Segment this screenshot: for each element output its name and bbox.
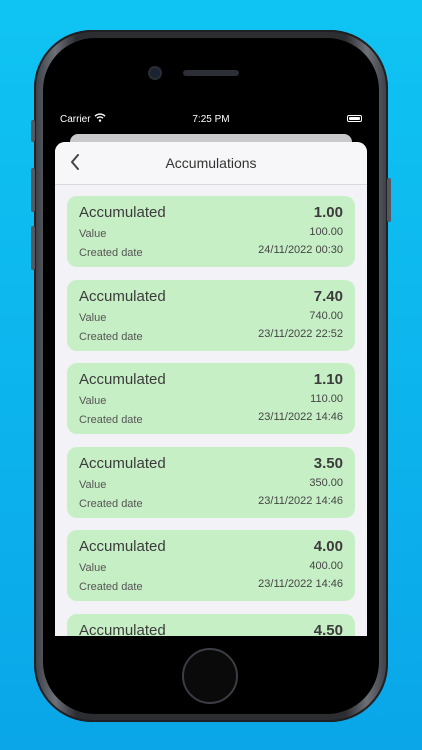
volume-down-button xyxy=(31,226,35,270)
created-date-label: Created date xyxy=(79,497,143,510)
item-title: Accumulated xyxy=(79,204,166,221)
item-value: 740.00 xyxy=(309,309,343,322)
battery-icon xyxy=(347,115,362,122)
item-amount: 3.50 xyxy=(313,454,343,472)
item-amount: 7.40 xyxy=(313,287,343,305)
item-value: 400.00 xyxy=(309,560,343,572)
list-item[interactable]: Accumulated 1.10 Value 110.00 Created da… xyxy=(67,363,355,434)
item-value: 350.00 xyxy=(309,476,343,489)
accumulations-sheet: Accumulations Accumulated 1.00 Value 100… xyxy=(55,142,367,636)
value-label: Value xyxy=(79,478,107,491)
item-value: 110.00 xyxy=(310,393,343,405)
item-title: Accumulated xyxy=(79,287,166,305)
item-created-date: 24/11/2022 00:30 xyxy=(258,244,343,256)
item-amount: 4.50 xyxy=(313,621,343,637)
volume-up-button xyxy=(31,168,35,212)
status-bar: Carrier 7:25 PM xyxy=(52,108,370,128)
value-label: Value xyxy=(79,311,107,324)
navigation-bar: Accumulations xyxy=(55,142,367,185)
list-item[interactable]: Accumulated 3.50 Value 350.00 Created da… xyxy=(67,446,355,518)
item-title: Accumulated xyxy=(79,538,166,555)
created-date-label: Created date xyxy=(79,414,143,426)
power-button xyxy=(387,178,391,222)
list-item[interactable]: Accumulated 1.00 Value 100.00 Created da… xyxy=(67,196,355,267)
item-created-date: 23/11/2022 22:52 xyxy=(258,327,343,340)
list-item[interactable]: Accumulated 4.50 xyxy=(67,613,355,637)
item-title: Accumulated xyxy=(79,454,166,472)
item-value: 100.00 xyxy=(309,226,343,238)
page-title: Accumulations xyxy=(165,155,257,171)
item-amount: 1.10 xyxy=(313,371,343,388)
created-date-label: Created date xyxy=(79,581,143,593)
mute-switch xyxy=(31,120,35,142)
status-time: 7:25 PM xyxy=(192,114,230,125)
screen: Carrier 7:25 PM Accumulations Accumulate… xyxy=(52,108,370,636)
item-created-date: 23/11/2022 14:46 xyxy=(258,411,343,423)
item-amount: 4.00 xyxy=(313,538,343,555)
home-button xyxy=(182,648,238,704)
front-camera xyxy=(150,68,160,78)
accumulations-list: Accumulated 1.00 Value 100.00 Created da… xyxy=(55,185,367,636)
created-date-label: Created date xyxy=(79,247,143,259)
value-label: Value xyxy=(79,228,107,240)
value-label: Value xyxy=(79,395,107,407)
item-created-date: 23/11/2022 14:46 xyxy=(258,578,343,590)
created-date-label: Created date xyxy=(79,330,143,343)
item-created-date: 23/11/2022 14:46 xyxy=(258,494,343,507)
item-title: Accumulated xyxy=(79,621,166,637)
item-amount: 1.00 xyxy=(313,204,343,221)
earpiece-speaker xyxy=(183,70,239,76)
value-label: Value xyxy=(79,562,107,574)
item-title: Accumulated xyxy=(79,371,166,388)
list-item[interactable]: Accumulated 7.40 Value 740.00 Created da… xyxy=(67,279,355,351)
list-item[interactable]: Accumulated 4.00 Value 400.00 Created da… xyxy=(67,530,355,601)
